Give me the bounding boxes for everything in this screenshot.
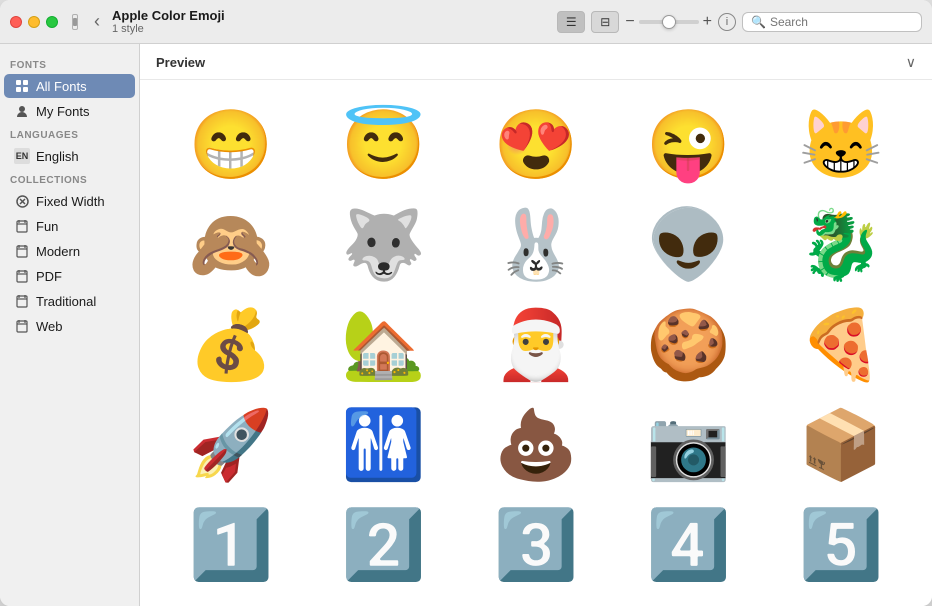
all-fonts-icon [14,78,30,94]
emoji-cell: 😁 [160,100,302,190]
languages-section-label: Languages [0,124,139,143]
pdf-label: PDF [36,269,62,284]
emoji-cell: 🐉 [770,200,912,290]
toolbar-controls: ☰ ⊟ − + i 🔍 [557,11,922,33]
size-slider[interactable] [639,20,699,24]
info-icon: i [726,16,728,28]
emoji-cell: 4️⃣ [617,500,759,590]
collections-section-label: Collections [0,169,139,188]
size-control: − + [625,13,712,31]
size-decrease-button[interactable]: − [625,13,634,31]
sidebar: Fonts All Fonts [0,44,140,606]
web-label: Web [36,319,63,334]
font-title-area: Apple Color Emoji 1 style [112,8,557,35]
sidebar-item-traditional[interactable]: Traditional [4,289,135,313]
emoji-cell: 🍪 [617,300,759,390]
modern-label: Modern [36,244,80,259]
sidebar-item-all-fonts[interactable]: All Fonts [4,74,135,98]
emoji-cell: 📦 [770,400,912,490]
fixed-width-icon [14,193,30,209]
emoji-cell: 💩 [465,400,607,490]
list-view-icon: ☰ [566,15,577,29]
search-input[interactable] [770,15,900,29]
pdf-icon [14,268,30,284]
close-button[interactable] [10,16,22,28]
sidebar-item-my-fonts[interactable]: My Fonts [4,99,135,123]
search-icon: 🔍 [751,15,766,29]
traditional-label: Traditional [36,294,96,309]
grid-view-button[interactable]: ⊟ [591,11,619,33]
font-name: Apple Color Emoji [112,8,557,23]
main-content: Fonts All Fonts [0,44,932,606]
emoji-cell: 😜 [617,100,759,190]
fonts-section-label: Fonts [0,54,139,73]
emoji-cell: 👽 [617,200,759,290]
size-increase-button[interactable]: + [703,13,712,31]
preview-collapse-button[interactable]: ∨ [906,54,916,71]
fun-label: Fun [36,219,58,234]
sidebar-item-english[interactable]: EN English [4,144,135,168]
emoji-cell: 5️⃣ [770,500,912,590]
titlebar: ‹ Apple Color Emoji 1 style ☰ ⊟ − + i [0,0,932,44]
back-button[interactable]: ‹ [88,9,106,34]
sidebar-item-modern[interactable]: Modern [4,239,135,263]
sidebar-item-web[interactable]: Web [4,314,135,338]
sidebar-item-pdf[interactable]: PDF [4,264,135,288]
preview-label: Preview [156,55,205,70]
font-style-count: 1 style [112,23,557,35]
english-icon: EN [14,148,30,164]
search-box: 🔍 [742,12,922,32]
emoji-cell: 🚀 [160,400,302,490]
grid-view-icon: ⊟ [600,15,610,29]
traffic-lights [10,16,58,28]
maximize-button[interactable] [46,16,58,28]
emoji-cell: 🚻 [312,400,454,490]
emoji-cell: 🏡 [312,300,454,390]
web-icon [14,318,30,334]
emoji-cell: 3️⃣ [465,500,607,590]
emoji-cell: 📷 [617,400,759,490]
emoji-cell: 🎅 [465,300,607,390]
emoji-cell: 🐺 [312,200,454,290]
size-slider-thumb [662,15,676,29]
emoji-cell: 😸 [770,100,912,190]
emoji-cell: 😇 [312,100,454,190]
minimize-button[interactable] [28,16,40,28]
emoji-cell: 💰 [160,300,302,390]
emoji-cell: 🙈 [160,200,302,290]
modern-icon [14,243,30,259]
my-fonts-icon [14,103,30,119]
preview-header: Preview ∨ [140,44,932,80]
emoji-cell: 🍕 [770,300,912,390]
all-fonts-label: All Fonts [36,79,87,94]
emoji-cell: 😍 [465,100,607,190]
fun-icon [14,218,30,234]
list-view-button[interactable]: ☰ [557,11,585,33]
sidebar-item-fixed-width[interactable]: Fixed Width [4,189,135,213]
preview-area: Preview ∨ 😁😇😍😜😸 🙈🐺🐰👽🐉 💰🏡🎅🍪🍕 🚀🚻💩📷📦 1️⃣2️⃣3️⃣4… [140,44,932,606]
emoji-cell: 1️⃣ [160,500,302,590]
sidebar-item-fun[interactable]: Fun [4,214,135,238]
traditional-icon [14,293,30,309]
emoji-cell: 2️⃣ [312,500,454,590]
main-window: ‹ Apple Color Emoji 1 style ☰ ⊟ − + i [0,0,932,606]
emoji-grid: 😁😇😍😜😸 🙈🐺🐰👽🐉 💰🏡🎅🍪🍕 🚀🚻💩📷📦 1️⃣2️⃣3️⃣4️⃣5️⃣ [140,80,932,606]
fixed-width-label: Fixed Width [36,194,105,209]
info-button[interactable]: i [718,13,736,31]
collapse-sidebar-button[interactable] [72,14,78,30]
english-label: English [36,149,79,164]
my-fonts-label: My Fonts [36,104,89,119]
emoji-cell: 🐰 [465,200,607,290]
